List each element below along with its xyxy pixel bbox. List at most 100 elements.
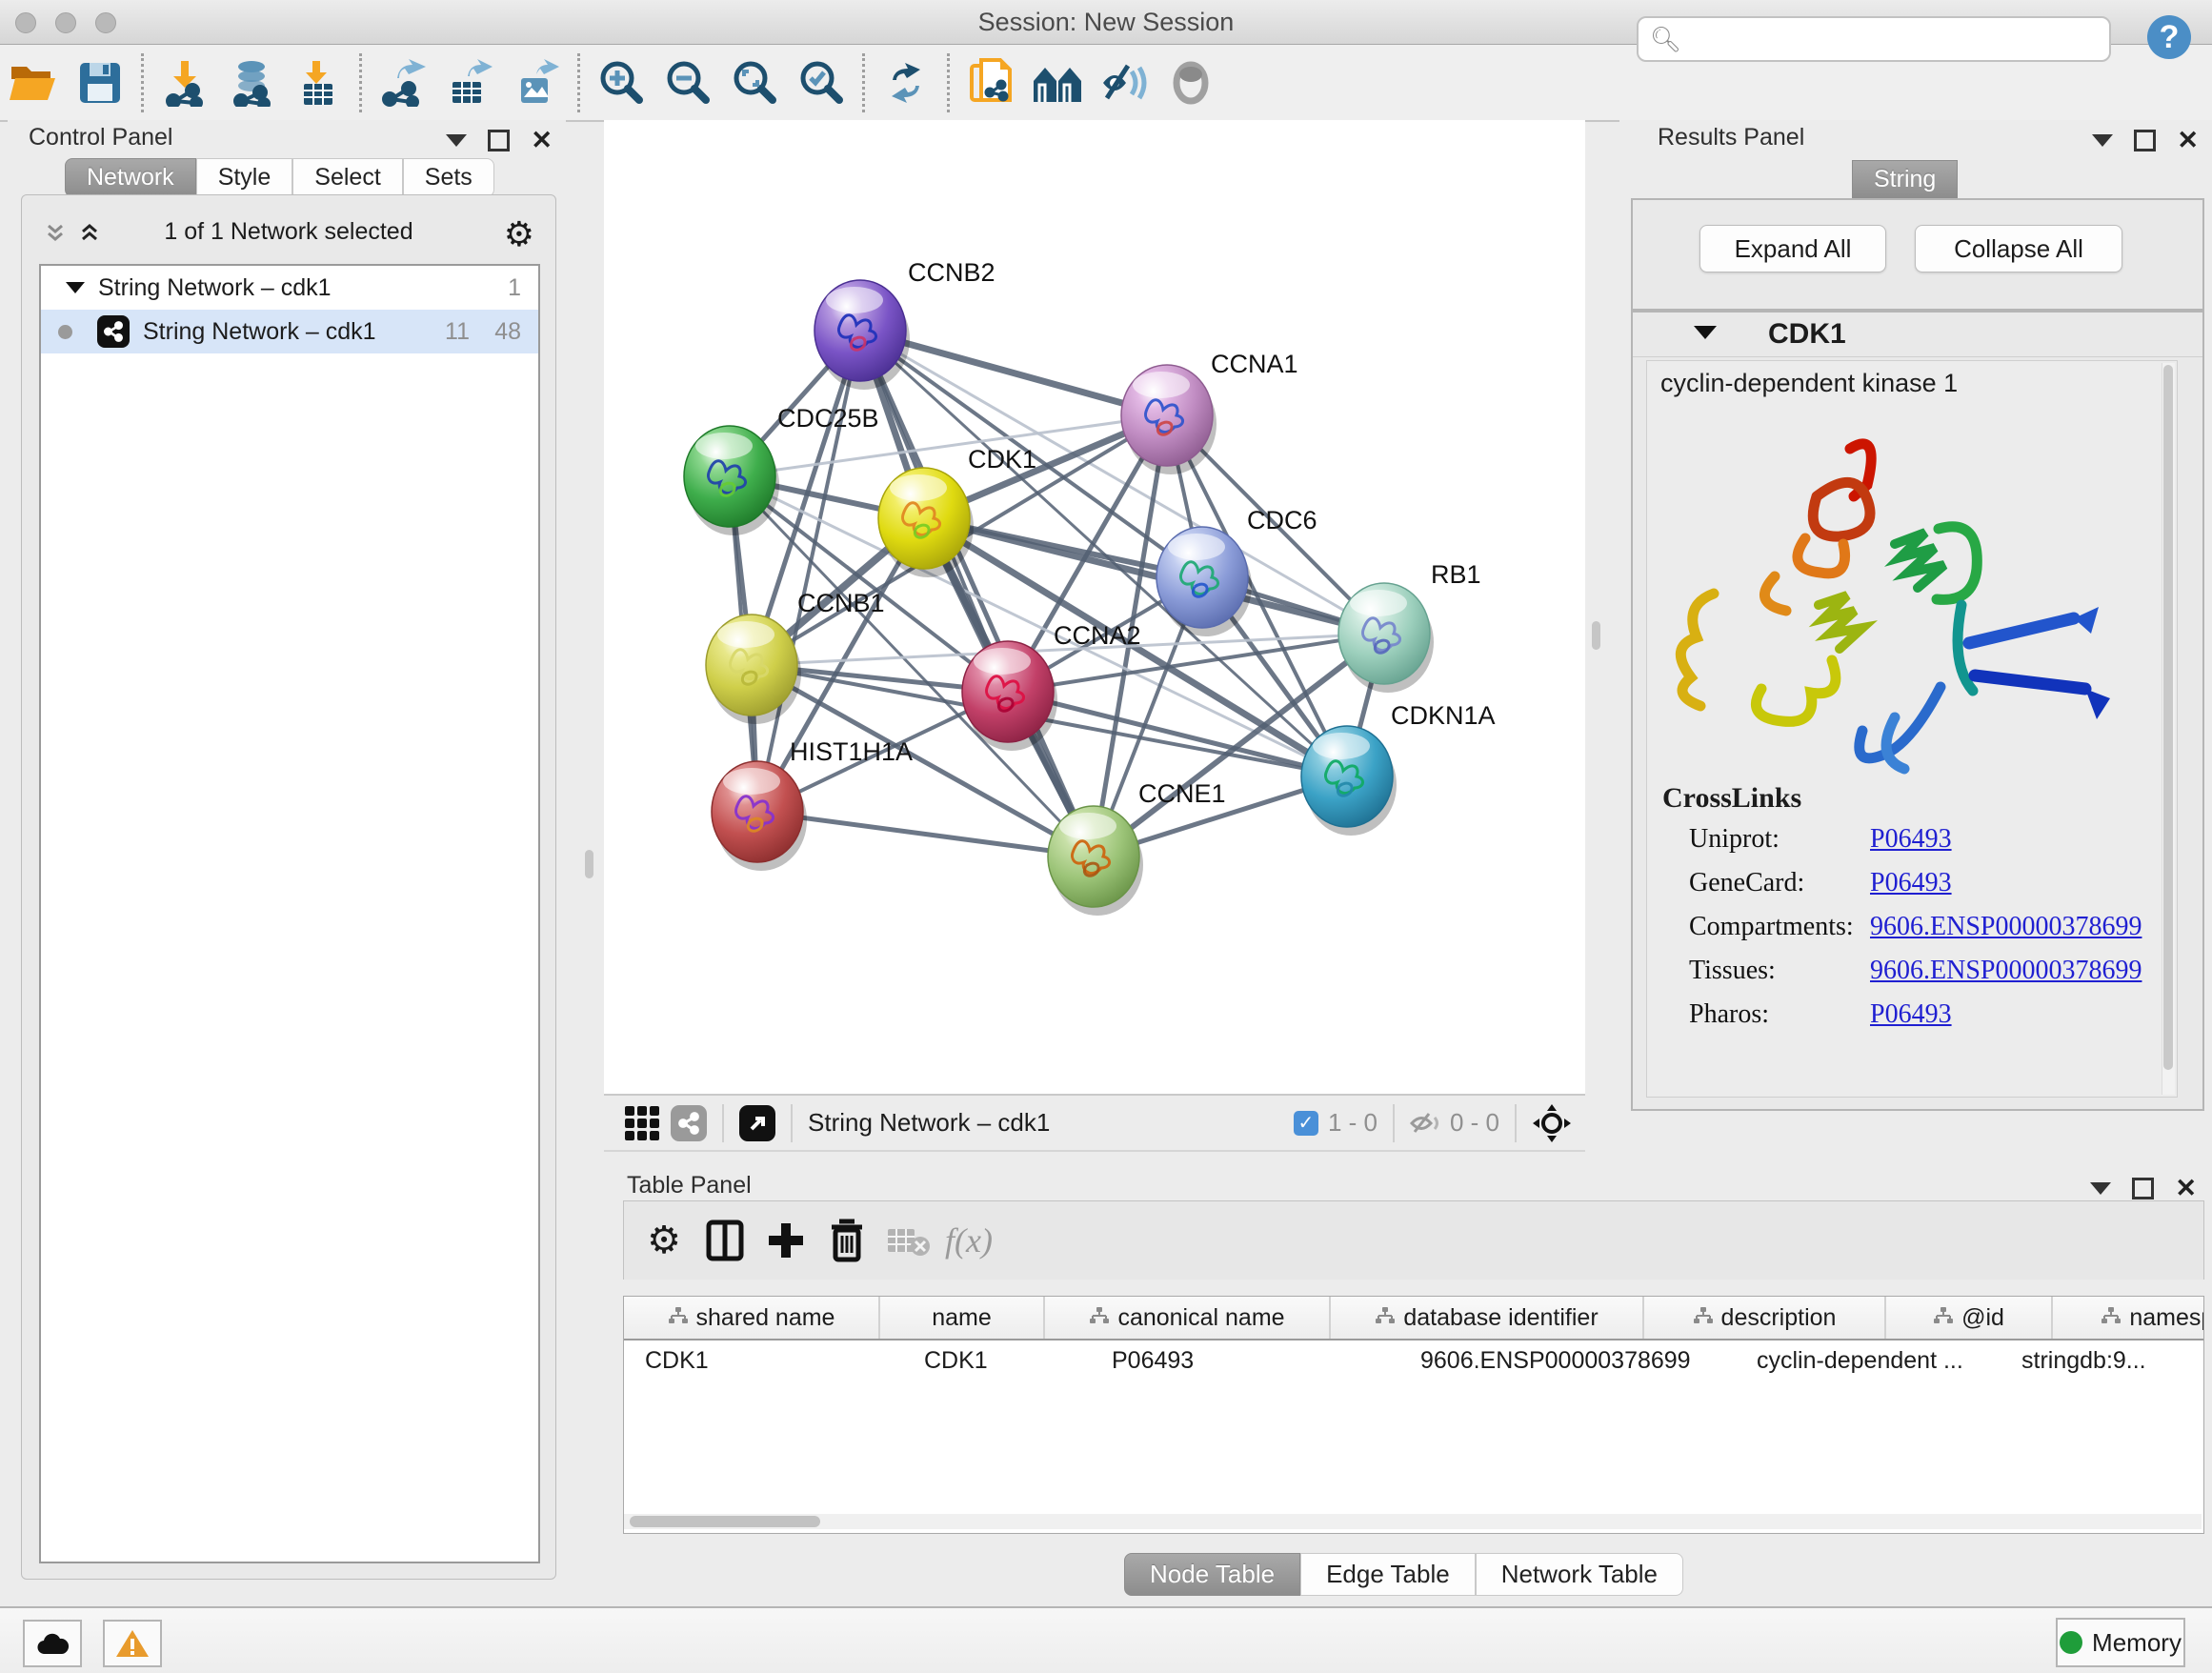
zoom-in-icon[interactable] [588,53,654,112]
refresh-icon[interactable] [873,53,939,112]
tab-edge-table[interactable]: Edge Table [1300,1553,1476,1596]
zoom-out-icon[interactable] [654,53,721,112]
cell-namespace[interactable]: stringdb [2190,1340,2204,1382]
birdseye-icon[interactable] [1532,1103,1572,1143]
edge-CDK1-RB1[interactable] [924,518,1384,634]
houses-icon[interactable] [1024,53,1091,112]
undock-panel-icon[interactable] [2132,1178,2154,1199]
column-header-@id[interactable]: @id [1886,1297,2053,1339]
function-builder-icon[interactable]: f(x) [938,1212,999,1269]
close-panel-icon[interactable]: ✕ [531,131,553,150]
selected-checkbox-icon[interactable]: ✓ [1294,1111,1318,1136]
gear-icon[interactable]: ⚙ [504,214,534,254]
memory-button[interactable]: Memory [2056,1618,2185,1667]
undock-panel-icon[interactable] [2134,130,2156,151]
network-collection-row[interactable]: String Network – cdk1 1 [41,266,538,310]
tab-node-table[interactable]: Node Table [1124,1553,1300,1596]
node-CDKN1A[interactable] [1301,726,1397,836]
collection-count: 1 [508,274,521,302]
cell-database-identifier[interactable]: 9606.ENSP00000378699 [1399,1340,1736,1382]
node-CDC25B[interactable] [684,426,779,535]
column-header-namespace[interactable]: namespace [2053,1297,2204,1339]
tab-string[interactable]: String [1852,160,1958,199]
delete-table-icon[interactable] [877,1212,938,1269]
tab-network-table[interactable]: Network Table [1476,1553,1683,1596]
tab-style[interactable]: Style [196,158,293,197]
column-header-name[interactable]: name [880,1297,1045,1339]
crosslink-link[interactable]: 9606.ENSP00000378699 [1870,956,2142,999]
right-splitter-handle[interactable] [1592,621,1600,650]
column-header-canonical-name[interactable]: canonical name [1045,1297,1331,1339]
export-image-icon[interactable] [503,53,570,112]
show-columns-icon[interactable] [694,1212,755,1269]
node-CCNA1[interactable] [1121,365,1217,474]
edge-CCNB2-CCNE1[interactable] [860,331,1094,857]
share-view-icon[interactable] [671,1105,707,1141]
table-settings-gear-icon[interactable]: ⚙ [633,1212,694,1269]
collapse-all-button[interactable]: Collapse All [1915,225,2122,272]
node-CCNE1[interactable] [1048,806,1143,916]
node-RB1[interactable] [1338,583,1434,693]
cell-shared-name[interactable]: CDK1 [624,1340,903,1382]
column-header-shared-name[interactable]: shared name [624,1297,880,1339]
network-view[interactable]: CCNB2CCNA1CDC25BCDK1CDC6RB1CCNB1CCNA2CDK… [604,120,1585,1094]
cell-description[interactable]: cyclin-dependent ... [1736,1340,2001,1382]
crosslink-link[interactable]: P06493 [1870,999,1952,1043]
crosslink-row: Pharos:P06493 [1689,999,2165,1043]
close-panel-icon[interactable]: ✕ [2175,1179,2197,1198]
delete-column-icon[interactable] [816,1212,877,1269]
column-header-database-identifier[interactable]: database identifier [1331,1297,1644,1339]
import-network-from-database-icon[interactable] [218,53,285,112]
save-session-icon[interactable] [67,53,133,112]
node-table[interactable]: shared namenamecanonical namedatabase id… [623,1296,2204,1534]
network-row[interactable]: String Network – cdk1 11 48 [41,310,538,353]
table-row[interactable]: CDK1CDK1P064939606.ENSP00000378699cyclin… [624,1340,2203,1382]
tab-network[interactable]: Network [65,158,196,197]
export-table-icon[interactable] [436,53,503,112]
node-CCNB2[interactable] [814,280,910,390]
table-hscrollbar[interactable] [624,1514,2202,1529]
cell-name[interactable]: CDK1 [903,1340,1091,1382]
column-header-description[interactable]: description [1644,1297,1886,1339]
export-network-icon[interactable] [370,53,436,112]
copy-network-icon[interactable] [957,53,1024,112]
node-HIST1H1A[interactable] [712,761,807,871]
import-table-icon[interactable] [285,53,352,112]
tab-select[interactable]: Select [292,158,402,197]
open-session-icon[interactable] [0,53,67,112]
zoom-selected-icon[interactable] [788,53,855,112]
expand-all-button[interactable]: Expand All [1699,225,1886,272]
cloud-button[interactable] [23,1620,82,1667]
gene-header-row[interactable]: CDK1 [1633,312,2202,357]
crosslink-link[interactable]: P06493 [1870,824,1952,868]
cell-@id[interactable]: stringdb:9... [2001,1340,2190,1382]
float-panel-icon[interactable] [446,134,467,147]
grid-view-icon[interactable] [625,1106,659,1140]
collection-expander-icon[interactable] [66,282,85,293]
left-splitter-handle[interactable] [585,850,593,878]
results-scrollbar[interactable] [2162,363,2175,1095]
show-eye-icon[interactable] [1157,53,1224,112]
zoom-fit-icon[interactable] [721,53,788,112]
close-panel-icon[interactable]: ✕ [2177,131,2199,150]
crosslink-label: Tissues: [1689,956,1870,999]
crosslink-link[interactable]: 9606.ENSP00000378699 [1870,912,2142,956]
edge-HIST1H1A-CCNE1[interactable] [757,812,1094,857]
hide-eye-icon[interactable] [1091,53,1157,112]
add-column-icon[interactable] [755,1212,816,1269]
network-graph[interactable]: CCNB2CCNA1CDC25BCDK1CDC6RB1CCNB1CCNA2CDK… [604,120,1585,1094]
undock-panel-icon[interactable] [488,130,510,151]
warning-button[interactable] [103,1620,162,1667]
detach-view-icon[interactable] [739,1105,775,1141]
float-panel-icon[interactable] [2092,134,2113,147]
cell-canonical-name[interactable]: P06493 [1091,1340,1399,1382]
help-icon[interactable]: ? [2147,15,2191,59]
import-network-icon[interactable] [151,53,218,112]
node-CDC6[interactable] [1156,527,1252,636]
tab-sets[interactable]: Sets [403,158,494,197]
crosslink-link[interactable]: P06493 [1870,868,1952,912]
node-CDK1[interactable] [878,468,974,577]
float-panel-icon[interactable] [2090,1182,2111,1195]
search-input[interactable] [1689,21,2109,57]
gene-expander-icon[interactable] [1694,326,1717,339]
